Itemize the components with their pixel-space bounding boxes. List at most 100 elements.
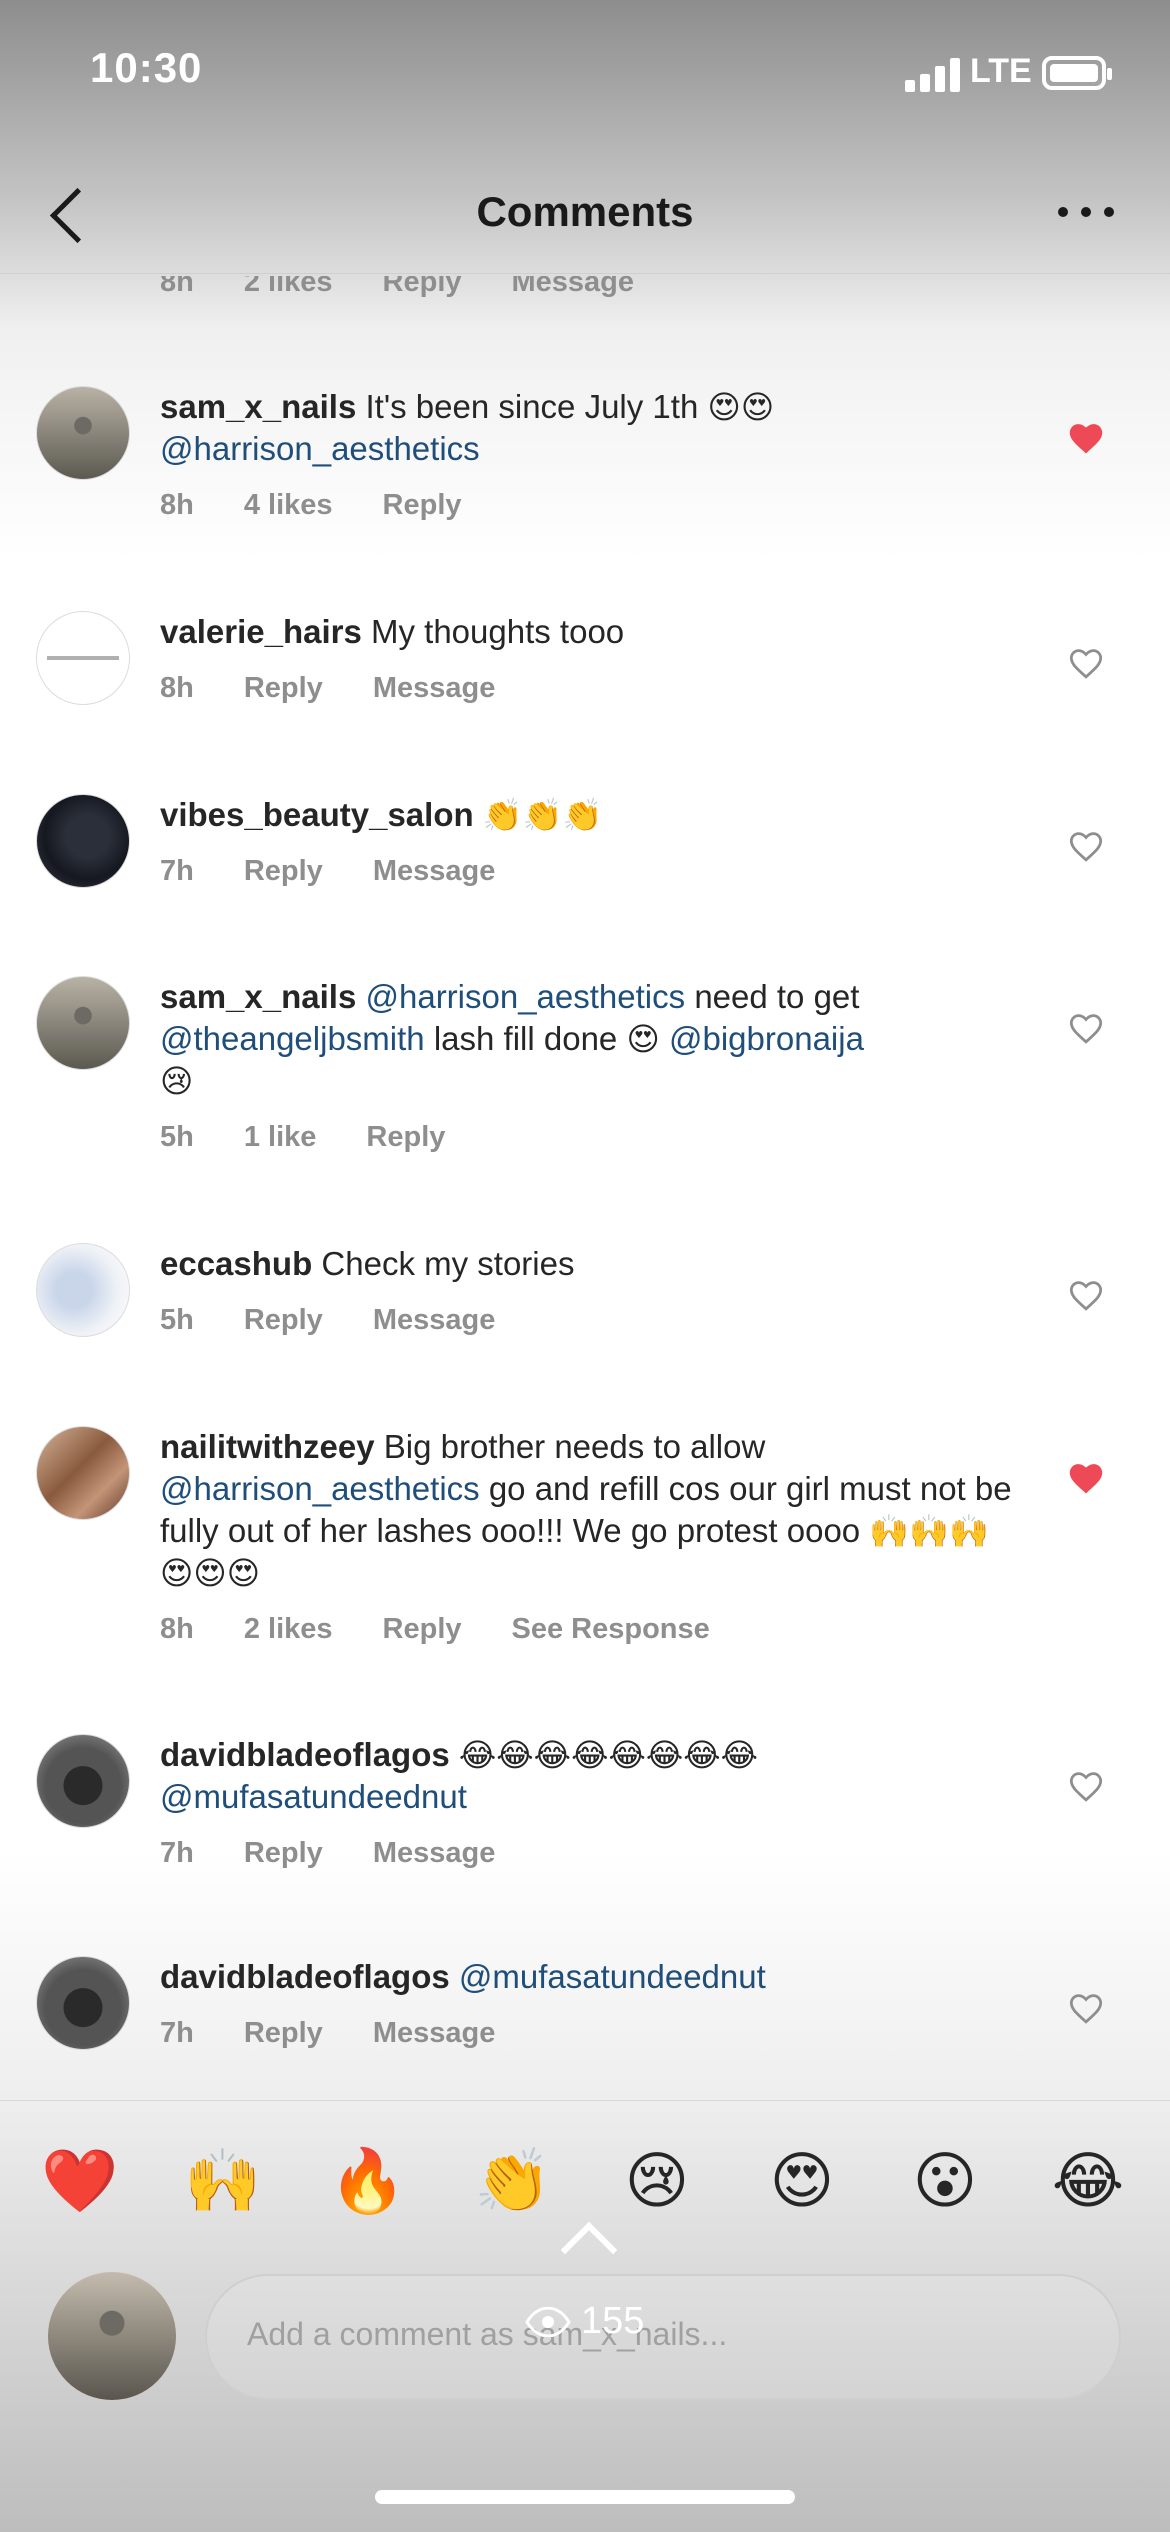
comment-time: 8h xyxy=(160,489,194,521)
comment-time: 5h xyxy=(160,1304,194,1336)
avatar[interactable] xyxy=(36,1956,130,2050)
comment-body: vibes_beauty_salon 👏👏👏 7h Reply Message xyxy=(160,794,1020,892)
reply-button[interactable]: Reply xyxy=(244,1299,323,1341)
comment-username[interactable]: davidbladeoflagos xyxy=(160,1958,450,1995)
message-button[interactable]: Message xyxy=(512,276,635,299)
like-heart-icon[interactable] xyxy=(1064,1986,1108,2030)
like-heart-icon[interactable] xyxy=(1064,1006,1108,1050)
message-button[interactable]: Message xyxy=(373,2012,496,2054)
comment-input[interactable]: Add a comment as sam_x_nails... xyxy=(205,2274,1121,2400)
comment-username[interactable]: davidbladeoflagos xyxy=(160,1736,450,1773)
comment-username[interactable]: eccashub xyxy=(160,1245,312,1282)
chevron-up-icon[interactable] xyxy=(551,2220,621,2260)
see-response-button[interactable]: See Response xyxy=(512,1608,710,1650)
eye-icon xyxy=(525,2306,571,2337)
emoji-heart-eyes-button[interactable]: 😍 xyxy=(762,2141,842,2221)
emoji-clap-button[interactable]: 👏 xyxy=(473,2141,553,2221)
comment-emoji: 😍😍 xyxy=(707,388,775,426)
comment-body: davidbladeoflagos 😂😂😂😂😂😂😂😂 @mufasatundee… xyxy=(160,1734,1020,1874)
comment-time: 8h xyxy=(160,672,194,704)
reply-button[interactable]: Reply xyxy=(244,850,323,892)
comment-likes[interactable]: 4 likes xyxy=(244,484,333,526)
message-button[interactable]: Message xyxy=(373,1832,496,1874)
comment-time: 7h xyxy=(160,2017,194,2049)
comment-meta: 5h Reply Message xyxy=(160,1299,1020,1341)
status-bar: 10:30 LTE xyxy=(0,0,1170,150)
page-title: Comments xyxy=(476,188,694,235)
status-time: 10:30 xyxy=(90,44,203,91)
reply-button[interactable]: Reply xyxy=(366,1116,445,1158)
comment-body: valerie_hairs My thoughts tooo 8h Reply … xyxy=(160,611,1020,709)
home-indicator[interactable] xyxy=(375,2490,795,2504)
reply-button[interactable]: Reply xyxy=(244,1832,323,1874)
comment-username[interactable]: sam_x_nails xyxy=(160,388,356,425)
comment-username[interactable]: vibes_beauty_salon xyxy=(160,796,474,833)
header-divider xyxy=(0,273,1170,274)
avatar[interactable] xyxy=(36,1734,130,1828)
avatar[interactable] xyxy=(36,1243,130,1337)
emoji-raised-hands-button[interactable]: 🙌 xyxy=(183,2141,263,2221)
comment-mention[interactable]: @harrison_aesthetics xyxy=(365,978,685,1015)
comment-mention[interactable]: @harrison_aesthetics xyxy=(160,430,480,467)
comment-body: eccashub Check my stories 5h Reply Messa… xyxy=(160,1243,1020,1341)
comment-emoji: 😍 xyxy=(626,1020,660,1058)
comment-body: sam_x_nails It's been since July 1th 😍😍 … xyxy=(160,386,1020,526)
comment-username[interactable]: sam_x_nails xyxy=(160,978,356,1015)
comment-text: Check my stories xyxy=(321,1245,575,1282)
comments-list[interactable]: 8h 2 likes Reply Message sam_x_nails It'… xyxy=(0,276,1170,2096)
comment-time: 5h xyxy=(160,1121,194,1153)
more-options-icon[interactable] xyxy=(1058,192,1114,232)
nav-header: Comments xyxy=(0,150,1170,275)
message-button[interactable]: Message xyxy=(373,667,496,709)
comment-text: need to get xyxy=(694,978,860,1015)
emoji-laugh-button[interactable]: 😂 xyxy=(1048,2141,1128,2221)
comment-username[interactable]: nailitwithzeey xyxy=(160,1428,375,1465)
network-label: LTE xyxy=(970,52,1032,90)
reply-button[interactable]: Reply xyxy=(244,2012,323,2054)
view-count: 155 xyxy=(525,2300,644,2343)
like-heart-icon[interactable] xyxy=(1064,1764,1108,1808)
comment-mention[interactable]: @bigbronaija xyxy=(669,1020,864,1057)
comment-mention[interactable]: @mufasatundeednut xyxy=(160,1778,467,1815)
message-button[interactable]: Message xyxy=(373,1299,496,1341)
reply-button[interactable]: Reply xyxy=(383,484,462,526)
comment-time: 8h xyxy=(160,1613,194,1645)
comment-meta: 8h Reply Message xyxy=(160,667,1020,709)
emoji-cry-button[interactable]: 😢 xyxy=(617,2141,697,2221)
emoji-fire-button[interactable]: 🔥 xyxy=(328,2141,408,2221)
avatar[interactable] xyxy=(36,794,130,888)
comment-body: nailitwithzeey Big brother needs to allo… xyxy=(160,1426,1020,1650)
comment-body: davidbladeoflagos @mufasatundeednut 7h R… xyxy=(160,1956,1020,2054)
reply-button[interactable]: Reply xyxy=(383,1608,462,1650)
avatar[interactable] xyxy=(36,386,130,480)
like-heart-icon[interactable] xyxy=(1064,1273,1108,1317)
like-heart-icon[interactable] xyxy=(1064,824,1108,868)
like-heart-icon[interactable] xyxy=(1064,1456,1108,1500)
emoji-wow-button[interactable]: 😮 xyxy=(905,2141,985,2221)
reply-button[interactable]: Reply xyxy=(244,667,323,709)
comment-body: sam_x_nails @harrison_aesthetics need to… xyxy=(160,976,1020,1158)
comment-likes[interactable]: 2 likes xyxy=(244,1608,333,1650)
comment-emoji: 😂😂😂😂😂😂😂😂 xyxy=(458,1736,759,1774)
signal-icon xyxy=(905,58,961,92)
comment-username[interactable]: valerie_hairs xyxy=(160,613,362,650)
comment-mention[interactable]: @harrison_aesthetics xyxy=(160,1470,480,1507)
avatar[interactable] xyxy=(36,1426,130,1520)
comment-likes[interactable]: 2 likes xyxy=(244,276,333,299)
comment-meta: 7h Reply Message xyxy=(160,1832,1020,1874)
like-heart-icon[interactable] xyxy=(1064,641,1108,685)
message-button[interactable]: Message xyxy=(373,850,496,892)
comment-text: My thoughts tooo xyxy=(371,613,625,650)
emoji-heart-button[interactable]: ❤️ xyxy=(40,2141,120,2221)
comment-mention[interactable]: @mufasatundeednut xyxy=(459,1958,766,1995)
like-heart-icon[interactable] xyxy=(1064,416,1108,460)
comment-likes[interactable]: 1 like xyxy=(244,1116,317,1158)
comment-meta: 8h 4 likes Reply xyxy=(160,484,1020,526)
comment-mention[interactable]: @theangeljbsmith xyxy=(160,1020,425,1057)
comment-time: 8h xyxy=(160,276,194,298)
avatar[interactable] xyxy=(36,611,130,705)
comment-time: 7h xyxy=(160,1837,194,1869)
reply-button[interactable]: Reply xyxy=(383,276,462,299)
avatar[interactable] xyxy=(36,976,130,1070)
comment-text: It's been since July 1th xyxy=(365,388,699,425)
